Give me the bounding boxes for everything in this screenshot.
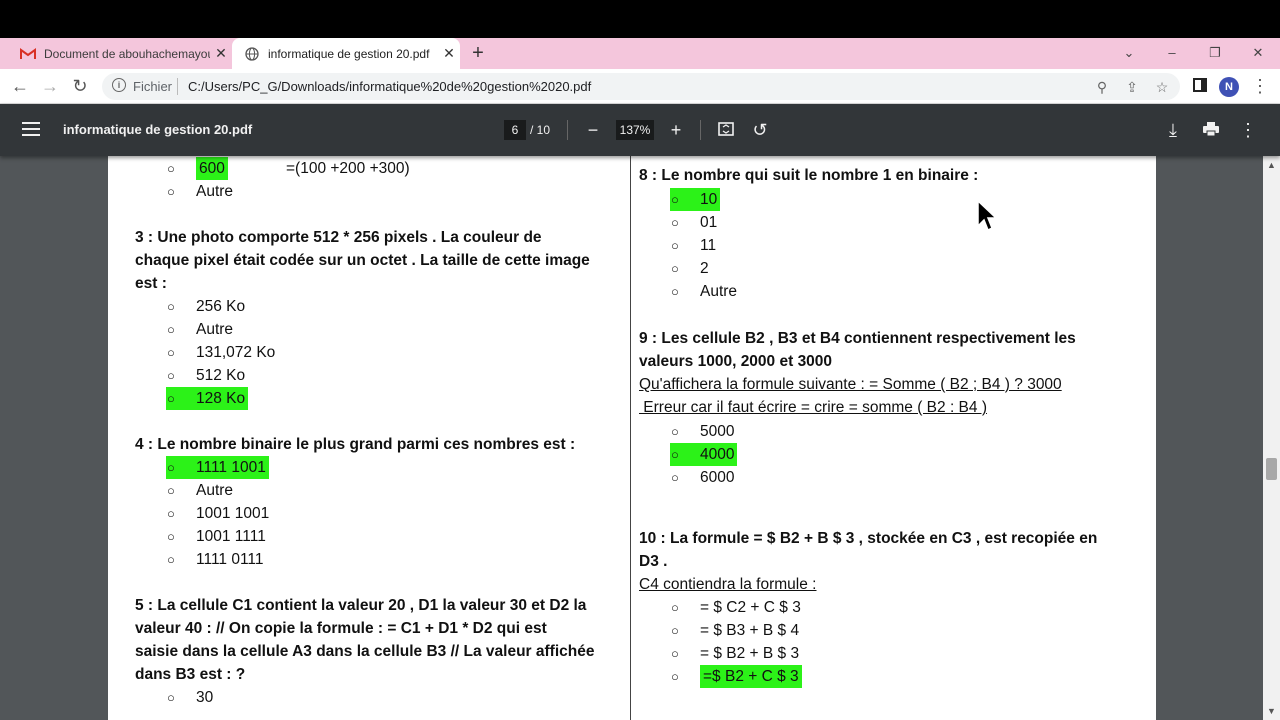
pdf-viewer[interactable]: ○500 ○600 =(100 +200 +300) ○Autre 3 : Un… <box>0 156 1280 720</box>
page-total: / 10 <box>530 123 551 137</box>
profile-avatar[interactable]: N <box>1219 77 1239 97</box>
share-icon[interactable]: ⇪ <box>1122 77 1142 97</box>
gmail-icon <box>20 46 36 62</box>
list-item: ○ = $ B3 + B $ 4 <box>671 622 800 639</box>
address-separator <box>177 78 178 95</box>
question-text: 9 : Les cellule B2 , B3 et B4 contiennen… <box>639 330 1076 347</box>
tab-title: Document de abouhachemayoub <box>44 46 210 61</box>
zoom-icon[interactable]: ⚲ <box>1092 77 1112 97</box>
underlined-text: Qu'affichera la formule suivante : = Som… <box>639 376 1062 393</box>
scheme-label: Fichier <box>133 79 173 94</box>
list-item: ○ = $ B2 + B $ 3 <box>671 645 800 662</box>
new-tab-plus-icon[interactable]: + <box>467 42 489 64</box>
list-item: ○ 600 <box>166 157 228 180</box>
mouse-pointer-icon <box>977 200 997 232</box>
url-text[interactable]: C:/Users/PC_G/Downloads/informatique%20d… <box>188 79 591 94</box>
toolbar-divider <box>700 120 701 140</box>
question-text: valeurs 1000, 2000 et 3000 <box>639 353 833 370</box>
side-panel-icon[interactable] <box>1188 74 1212 98</box>
more-options-icon[interactable]: ⋮ <box>1236 118 1260 142</box>
close-tab-icon[interactable]: ✕ <box>210 45 232 62</box>
list-item: ○ 6000 <box>671 469 735 486</box>
list-item: ○ Autre <box>167 482 234 499</box>
toolbar-divider <box>567 120 568 140</box>
fit-page-icon[interactable] <box>714 118 738 142</box>
minimize-icon[interactable]: – <box>1157 42 1187 64</box>
hamburger-menu-icon[interactable] <box>22 122 40 136</box>
question-text: 3 : Une photo comporte 512 * 256 pixels … <box>135 229 542 246</box>
question-text: chaque pixel était codée sur un octet . … <box>135 252 590 269</box>
screen: Document de abouhachemayoub ✕ informatiq… <box>0 0 1280 720</box>
reload-icon[interactable]: ↻ <box>68 74 92 98</box>
page-number-input[interactable]: 6 <box>504 120 526 140</box>
list-item: ○ 512 Ko <box>167 367 246 384</box>
zoom-level-input[interactable]: 137% <box>616 120 654 140</box>
scrollbar-thumb[interactable] <box>1266 458 1277 480</box>
list-item: ○ = $ C2 + C $ 3 <box>671 599 801 616</box>
highlighted-answer: 600 <box>196 157 228 180</box>
vertical-scrollbar[interactable]: ▲ ▼ <box>1263 156 1280 720</box>
top-black-band <box>0 0 1280 38</box>
zoom-out-icon[interactable]: − <box>581 118 605 142</box>
tab-pdf-active[interactable]: informatique de gestion 20.pdf ✕ <box>232 38 460 69</box>
list-item: ○ 30 <box>167 689 214 706</box>
highlighted-answer: ○ 128 Ko <box>166 387 249 410</box>
close-tab-icon[interactable]: ✕ <box>438 45 460 62</box>
tab-gmail-document[interactable]: Document de abouhachemayoub ✕ <box>8 38 232 69</box>
question-text: est : <box>135 275 167 292</box>
answer-note: =(100 +200 +300) <box>286 160 410 177</box>
list-item: ○ Autre <box>167 321 234 338</box>
list-item: ○ 1001 1001 <box>167 505 270 522</box>
list-item: ○ 5000 <box>671 423 735 440</box>
question-text: dans B3 est : ? <box>135 666 246 683</box>
list-item: ○ Autre <box>167 183 234 200</box>
list-item: ○ =$ B2 + C $ 3 <box>670 665 802 688</box>
globe-icon <box>244 46 260 62</box>
question-text: 4 : Le nombre binaire le plus grand parm… <box>135 436 576 453</box>
question-text: valeur 40 : // On copie la formule : = C… <box>135 620 547 637</box>
pdf-toolbar: informatique de gestion 20.pdf 6 / 10 − … <box>0 104 1280 156</box>
restore-icon[interactable]: ❐ <box>1200 42 1230 64</box>
underlined-text: Erreur car il faut écrire = crire = somm… <box>639 399 987 416</box>
highlighted-answer: =$ B2 + C $ 3 <box>700 665 802 688</box>
browser-menu-icon[interactable]: ⋮ <box>1248 74 1272 98</box>
highlighted-answer: ○ 10 <box>670 188 721 211</box>
question-text: 8 : Le nombre qui suit le nombre 1 en bi… <box>639 167 979 184</box>
navigation-bar: ← → ↻ i Fichier C:/Users/PC_G/Downloads/… <box>0 69 1280 104</box>
zoom-in-icon[interactable]: + <box>664 118 688 142</box>
pdf-title: informatique de gestion 20.pdf <box>63 122 253 137</box>
pdf-page: ○500 ○600 =(100 +200 +300) ○Autre 3 : Un… <box>108 156 1156 720</box>
print-icon[interactable] <box>1199 118 1223 142</box>
close-window-icon[interactable]: ✕ <box>1243 42 1273 64</box>
bookmark-star-icon[interactable]: ☆ <box>1152 77 1172 97</box>
highlighted-answer: ○ 1111 1001 <box>166 456 269 479</box>
list-item: ○ 1001 1111 <box>167 528 266 545</box>
forward-arrow-icon[interactable]: → <box>38 74 62 98</box>
rotate-icon[interactable]: ↺ <box>748 118 772 142</box>
address-bar[interactable]: i Fichier C:/Users/PC_G/Downloads/inform… <box>102 73 1180 100</box>
list-item: ○ 256 Ko <box>167 298 246 315</box>
column-divider <box>630 156 631 720</box>
highlighted-answer: ○ 4000 <box>670 443 738 466</box>
question-text: 5 : La cellule C1 contient la valeur 20 … <box>135 597 587 614</box>
scroll-down-arrow-icon[interactable]: ▼ <box>1267 706 1276 716</box>
scroll-up-arrow-icon[interactable]: ▲ <box>1267 160 1276 170</box>
list-item: ○ 2 <box>671 260 709 277</box>
list-item: ○ 11 <box>671 237 717 254</box>
list-item: ○ 01 <box>671 214 718 231</box>
list-item: ○ 131,072 Ko <box>167 344 276 361</box>
underlined-text: C4 contiendra la formule : <box>639 576 817 593</box>
info-icon[interactable]: i <box>112 78 126 92</box>
question-text: D3 . <box>639 553 668 570</box>
list-item: ○ 1111 0111 <box>167 551 264 568</box>
tab-search-chevron-icon[interactable]: ⌄ <box>1114 42 1144 64</box>
back-arrow-icon[interactable]: ← <box>8 74 32 98</box>
question-text: saisie dans la cellule A3 dans la cellul… <box>135 643 595 660</box>
tab-strip: Document de abouhachemayoub ✕ informatiq… <box>0 38 1280 69</box>
list-item: ○ Autre <box>671 283 738 300</box>
download-icon[interactable]: ⤓ <box>1161 118 1185 142</box>
question-text: 10 : La formule = $ B2 + B $ 3 , stockée… <box>639 530 1098 547</box>
tab-title: informatique de gestion 20.pdf <box>268 46 430 61</box>
